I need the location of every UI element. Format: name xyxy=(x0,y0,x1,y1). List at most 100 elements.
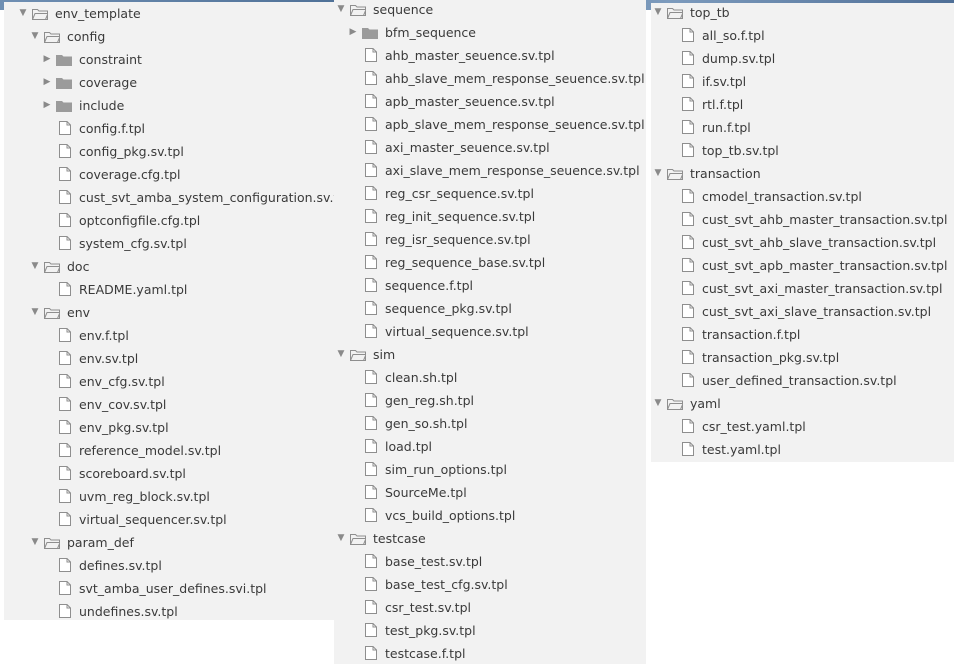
chevron-down-icon[interactable]: ▼ xyxy=(336,0,346,21)
tree-folder-row[interactable]: ▶ include xyxy=(4,94,334,117)
tree-file-row[interactable]: reference_model.sv.tpl xyxy=(4,439,334,462)
tree-folder-row[interactable]: ▼ doc xyxy=(4,255,334,278)
tree-file-row[interactable]: config.f.tpl xyxy=(4,117,334,140)
tree-folder-row[interactable]: ▼ env_template xyxy=(4,2,334,25)
chevron-down-icon[interactable]: ▼ xyxy=(30,25,40,48)
tree-file-row[interactable]: README.yaml.tpl xyxy=(4,278,334,301)
tree-file-row[interactable]: cmodel_transaction.sv.tpl xyxy=(651,185,954,208)
tree-file-row[interactable]: env.f.tpl xyxy=(4,324,334,347)
tree-file-row[interactable]: coverage.cfg.tpl xyxy=(4,163,334,186)
file-icon xyxy=(365,209,377,223)
file-icon xyxy=(365,163,377,177)
file-icon xyxy=(59,328,71,342)
tree-file-row[interactable]: env_pkg.sv.tpl xyxy=(4,416,334,439)
chevron-down-icon[interactable]: ▼ xyxy=(336,527,346,550)
tree-file-row[interactable]: env_cov.sv.tpl xyxy=(4,393,334,416)
tree-file-row[interactable]: test_pkg.sv.tpl xyxy=(334,619,646,642)
tree-file-row[interactable]: virtual_sequence.sv.tpl xyxy=(334,320,646,343)
tree-folder-row[interactable]: ▶ constraint xyxy=(4,48,334,71)
file-label: axi_slave_mem_response_seuence.sv.tpl xyxy=(385,163,640,178)
tree-file-row[interactable]: apb_master_seuence.sv.tpl xyxy=(334,90,646,113)
chevron-down-icon[interactable]: ▼ xyxy=(336,343,346,366)
tree-folder-row[interactable]: ▼ testcase xyxy=(334,527,646,550)
folder-label: transaction xyxy=(690,166,761,181)
chevron-down-icon[interactable]: ▼ xyxy=(30,255,40,278)
tree-file-row[interactable]: sequence_pkg.sv.tpl xyxy=(334,297,646,320)
tree-file-row[interactable]: cust_svt_axi_master_transaction.sv.tpl xyxy=(651,277,954,300)
tree-file-row[interactable]: cust_svt_apb_master_transaction.sv.tpl xyxy=(651,254,954,277)
tree-file-row[interactable]: user_defined_transaction.sv.tpl xyxy=(651,369,954,392)
tree-file-row[interactable]: run.f.tpl xyxy=(651,116,954,139)
tree-folder-row[interactable]: ▼ sequence xyxy=(334,0,646,21)
chevron-down-icon[interactable]: ▼ xyxy=(653,392,663,415)
chevron-down-icon[interactable]: ▼ xyxy=(30,531,40,554)
chevron-right-icon[interactable]: ▶ xyxy=(42,71,52,94)
tree-file-row[interactable]: top_tb.sv.tpl xyxy=(651,139,954,162)
tree-file-row[interactable]: csr_test.yaml.tpl xyxy=(651,415,954,438)
tree-file-row[interactable]: transaction.f.tpl xyxy=(651,323,954,346)
tree-file-row[interactable]: env.sv.tpl xyxy=(4,347,334,370)
chevron-right-icon[interactable]: ▶ xyxy=(42,94,52,117)
tree-file-row[interactable]: load.tpl xyxy=(334,435,646,458)
tree-file-row[interactable]: base_test.sv.tpl xyxy=(334,550,646,573)
tree-file-row[interactable]: cust_svt_ahb_slave_transaction.sv.tpl xyxy=(651,231,954,254)
tree-folder-row[interactable]: ▶ coverage xyxy=(4,71,334,94)
tree-file-row[interactable]: reg_init_sequence.sv.tpl xyxy=(334,205,646,228)
chevron-right-icon[interactable]: ▶ xyxy=(42,48,52,71)
tree-file-row[interactable]: config_pkg.sv.tpl xyxy=(4,140,334,163)
tree-file-row[interactable]: cust_svt_amba_system_configuration.sv.tp… xyxy=(4,186,334,209)
tree-file-row[interactable]: SourceMe.tpl xyxy=(334,481,646,504)
tree-file-row[interactable]: cust_svt_axi_slave_transaction.sv.tpl xyxy=(651,300,954,323)
tree-folder-row[interactable]: ▼ param_def xyxy=(4,531,334,554)
tree-file-row[interactable]: uvm_reg_block.sv.tpl xyxy=(4,485,334,508)
tree-file-row[interactable]: base_test_cfg.sv.tpl xyxy=(334,573,646,596)
tree-file-row[interactable]: rtl.f.tpl xyxy=(651,93,954,116)
tree-folder-row[interactable]: ▼ env xyxy=(4,301,334,324)
tree-file-row[interactable]: testcase.f.tpl xyxy=(334,642,646,664)
tree-file-row[interactable]: gen_reg.sh.tpl xyxy=(334,389,646,412)
tree-file-row[interactable]: cust_svt_ahb_master_transaction.sv.tpl xyxy=(651,208,954,231)
file-icon xyxy=(682,189,694,203)
tree-folder-row[interactable]: ▶ bfm_sequence xyxy=(334,21,646,44)
tree-file-row[interactable]: system_cfg.sv.tpl xyxy=(4,232,334,255)
tree-folder-row[interactable]: ▼ transaction xyxy=(651,162,954,185)
tree-file-row[interactable]: reg_csr_sequence.sv.tpl xyxy=(334,182,646,205)
tree-file-row[interactable]: axi_slave_mem_response_seuence.sv.tpl xyxy=(334,159,646,182)
tree-file-row[interactable]: transaction_pkg.sv.tpl xyxy=(651,346,954,369)
tree-file-row[interactable]: env_cfg.sv.tpl xyxy=(4,370,334,393)
tree-file-row[interactable]: sim_run_options.tpl xyxy=(334,458,646,481)
tree-file-row[interactable]: test.yaml.tpl xyxy=(651,438,954,461)
tree-file-row[interactable]: virtual_sequencer.sv.tpl xyxy=(4,508,334,531)
tree-folder-row[interactable]: ▼ yaml xyxy=(651,392,954,415)
chevron-down-icon[interactable]: ▼ xyxy=(653,3,663,24)
tree-folder-row[interactable]: ▼ top_tb xyxy=(651,3,954,24)
tree-file-row[interactable]: ahb_slave_mem_response_seuence.sv.tpl xyxy=(334,67,646,90)
chevron-down-icon[interactable]: ▼ xyxy=(18,2,28,25)
tree-folder-row[interactable]: ▼ sim xyxy=(334,343,646,366)
tree-file-row[interactable]: reg_sequence_base.sv.tpl xyxy=(334,251,646,274)
tree-file-row[interactable]: apb_slave_mem_response_seuence.sv.tpl xyxy=(334,113,646,136)
tree-file-row[interactable]: defines.sv.tpl xyxy=(4,554,334,577)
tree-file-row[interactable]: clean.sh.tpl xyxy=(334,366,646,389)
tree-file-row[interactable]: ahb_master_seuence.sv.tpl xyxy=(334,44,646,67)
tree-file-row[interactable]: all_so.f.tpl xyxy=(651,24,954,47)
file-label: run.f.tpl xyxy=(702,120,751,135)
chevron-down-icon[interactable]: ▼ xyxy=(30,301,40,324)
tree-file-row[interactable]: optconfigfile.cfg.tpl xyxy=(4,209,334,232)
tree-file-row[interactable]: reg_isr_sequence.sv.tpl xyxy=(334,228,646,251)
file-icon xyxy=(682,28,694,42)
tree-file-row[interactable]: scoreboard.sv.tpl xyxy=(4,462,334,485)
tree-file-row[interactable]: csr_test.sv.tpl xyxy=(334,596,646,619)
tree-file-row[interactable]: dump.sv.tpl xyxy=(651,47,954,70)
tree-file-row[interactable]: sequence.f.tpl xyxy=(334,274,646,297)
file-label: apb_slave_mem_response_seuence.sv.tpl xyxy=(385,117,645,132)
tree-file-row[interactable]: svt_amba_user_defines.svi.tpl xyxy=(4,577,334,600)
tree-file-row[interactable]: vcs_build_options.tpl xyxy=(334,504,646,527)
tree-file-row[interactable]: axi_master_seuence.sv.tpl xyxy=(334,136,646,159)
chevron-right-icon[interactable]: ▶ xyxy=(348,21,358,44)
tree-file-row[interactable]: if.sv.tpl xyxy=(651,70,954,93)
tree-folder-row[interactable]: ▼ config xyxy=(4,25,334,48)
tree-file-row[interactable]: gen_so.sh.tpl xyxy=(334,412,646,435)
chevron-down-icon[interactable]: ▼ xyxy=(653,162,663,185)
tree-file-row[interactable]: undefines.sv.tpl xyxy=(4,600,334,620)
